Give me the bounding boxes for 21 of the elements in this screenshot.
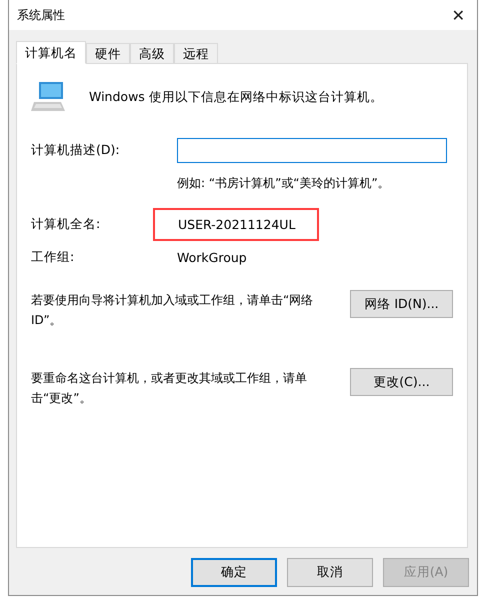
computer-icon — [31, 82, 67, 112]
tab[interactable]: 硬件 — [86, 43, 130, 63]
dialog-button[interactable]: 确定 — [191, 558, 277, 587]
workgroup-value: WorkGroup — [177, 250, 248, 265]
close-button[interactable]: ✕ — [448, 6, 469, 24]
instruction-text: 若要使用向导将计算机加入域或工作组，请单击“网络 ID”。 — [31, 292, 314, 329]
intro-text: Windows 使用以下信息在网络中标识这台计算机。 — [89, 88, 383, 106]
tab[interactable]: 计算机名 — [16, 41, 86, 64]
full-name-label: 计算机全名: — [31, 216, 102, 233]
workgroup-label: 工作组: — [31, 249, 76, 266]
dialog-button[interactable]: 取消 — [287, 558, 373, 587]
description-field[interactable] — [177, 138, 447, 163]
tab[interactable]: 高级 — [130, 43, 174, 63]
full-name-value: USER-20211124UL — [153, 208, 320, 241]
action-button[interactable]: 更改(C)... — [350, 368, 453, 396]
hint-text: 例如: “书房计算机”或“美玲的计算机”。 — [177, 175, 391, 192]
window-title: 系统属性 — [17, 6, 65, 24]
instruction-text: 要重命名这台计算机，或者更改其域或工作组，请单击“更改”。 — [31, 370, 308, 407]
action-button[interactable]: 网络 ID(N)... — [350, 290, 453, 318]
tab[interactable]: 远程 — [174, 43, 218, 63]
description-label: 计算机描述(D): — [31, 142, 121, 159]
